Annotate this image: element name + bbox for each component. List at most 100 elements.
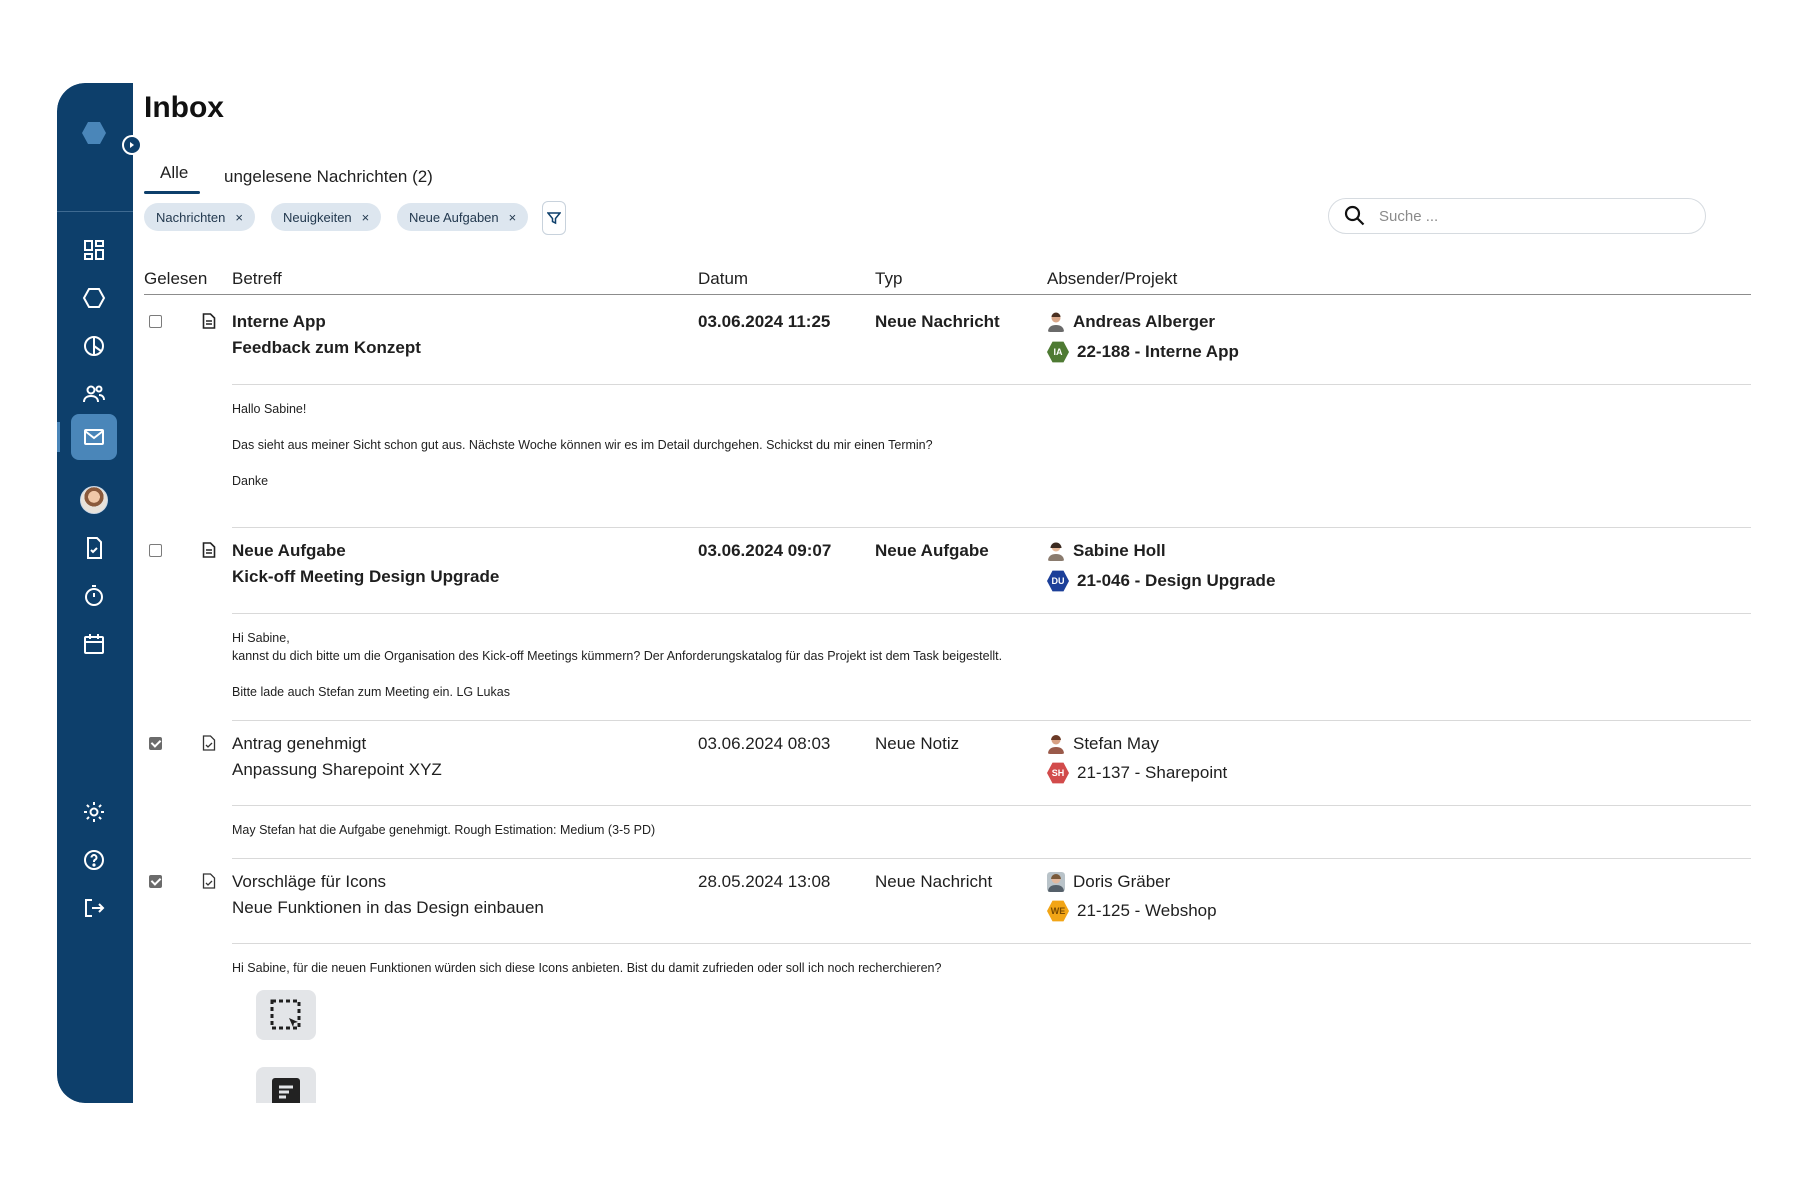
- sender-name: Doris Gräber: [1073, 872, 1171, 891]
- message-title: Neue Aufgabe: [232, 541, 346, 560]
- logout-icon: [85, 899, 105, 917]
- sidebar-item-tasks[interactable]: [71, 525, 117, 571]
- inbox-icon: [84, 429, 104, 445]
- project-badge: WE: [1047, 900, 1069, 922]
- filter-chip-neue-aufgaben[interactable]: Neue Aufgaben ×: [397, 203, 529, 231]
- help-icon: [84, 850, 104, 870]
- tab-all[interactable]: Alle: [160, 163, 188, 183]
- message-type: Neue Nachricht: [875, 872, 993, 891]
- search-box[interactable]: [1328, 198, 1706, 234]
- chip-label: Neue Aufgaben: [409, 209, 499, 225]
- active-tab-indicator: [144, 191, 200, 194]
- timer-icon: [85, 585, 103, 606]
- header-divider: [144, 294, 1751, 295]
- notes-icon: [272, 1078, 300, 1103]
- sidebar-item-profile[interactable]: [71, 477, 117, 523]
- row-divider: [232, 805, 1751, 806]
- message-subtitle: Kick-off Meeting Design Upgrade: [232, 567, 500, 586]
- app-window: Inbox Alle ungelesene Nachrichten (2) Na…: [57, 83, 1757, 1103]
- project-name: 21-046 - Design Upgrade: [1077, 571, 1276, 590]
- search-input[interactable]: [1377, 206, 1681, 226]
- sender-avatar: [1048, 735, 1064, 754]
- page-title: Inbox: [144, 91, 224, 124]
- column-header-type[interactable]: Typ: [875, 269, 902, 289]
- attachment-notes-tile[interactable]: [256, 1067, 316, 1103]
- sender-avatar: [1048, 542, 1064, 561]
- row-divider: [232, 527, 1751, 528]
- sender-avatar: [1047, 872, 1065, 892]
- message-title: Interne App: [232, 312, 326, 331]
- message-body-line: Hallo Sabine!: [232, 402, 307, 416]
- column-header-sender-project[interactable]: Absender/Projekt: [1047, 269, 1177, 289]
- sidebar-item-projects[interactable]: [71, 275, 117, 321]
- chevron-right-icon: [130, 142, 134, 148]
- row-divider: [232, 384, 1751, 385]
- sidebar-toggle-button[interactable]: [122, 135, 142, 155]
- column-header-read[interactable]: Gelesen: [144, 269, 207, 289]
- message-body-line: kannst du dich bitte um die Organisation…: [232, 649, 1003, 663]
- filter-chip-nachrichten[interactable]: Nachrichten ×: [144, 203, 255, 231]
- message-date: 28.05.2024 13:08: [698, 872, 831, 891]
- project[interactable]: WE 21-125 - Webshop: [1047, 900, 1217, 922]
- sidebar-item-help[interactable]: [71, 837, 117, 883]
- sidebar: [57, 83, 133, 1103]
- sidebar-item-dashboard[interactable]: [71, 227, 117, 273]
- sender: Andreas Alberger: [1047, 312, 1215, 332]
- message-body-line: Hi Sabine,: [232, 631, 290, 645]
- message-subtitle: Anpassung Sharepoint XYZ: [232, 760, 442, 779]
- sidebar-item-calendar[interactable]: [71, 621, 117, 667]
- sender-avatar: [1048, 312, 1064, 332]
- sidebar-item-inbox[interactable]: [71, 414, 117, 460]
- sender-name: Sabine Holl: [1073, 541, 1166, 560]
- project-badge: IA: [1047, 341, 1069, 363]
- sidebar-item-timer[interactable]: [71, 573, 117, 619]
- filter-button[interactable]: [542, 201, 566, 235]
- close-icon[interactable]: ×: [235, 210, 243, 225]
- project[interactable]: IA 22-188 - Interne App: [1047, 341, 1239, 363]
- sender: Doris Gräber: [1047, 872, 1170, 892]
- message-type: Neue Aufgabe: [875, 541, 989, 560]
- message-body-line: May Stefan hat die Aufgabe genehmigt. Ro…: [232, 823, 656, 837]
- close-icon[interactable]: ×: [509, 210, 517, 225]
- tab-unread[interactable]: ungelesene Nachrichten (2): [224, 167, 433, 187]
- logo-icon: [82, 122, 106, 144]
- message-date: 03.06.2024 09:07: [698, 541, 832, 560]
- document-read-icon: [202, 735, 216, 751]
- row-divider: [232, 858, 1751, 859]
- sidebar-item-reports[interactable]: [71, 323, 117, 369]
- message-subtitle: Feedback zum Konzept: [232, 338, 421, 357]
- sidebar-item-team[interactable]: [71, 371, 117, 417]
- message-body-line: Danke: [232, 474, 269, 488]
- chip-label: Nachrichten: [156, 209, 226, 225]
- settings-icon: [84, 802, 104, 822]
- sender: Stefan May: [1047, 734, 1159, 754]
- reports-icon: [84, 336, 104, 356]
- sender-name: Andreas Alberger: [1073, 312, 1216, 331]
- column-header-date[interactable]: Datum: [698, 269, 748, 289]
- project[interactable]: DU 21-046 - Design Upgrade: [1047, 570, 1275, 592]
- filter-icon: [547, 212, 561, 225]
- column-header-subject[interactable]: Betreff: [232, 269, 282, 289]
- project[interactable]: SH 21-137 - Sharepoint: [1047, 762, 1227, 784]
- project-name: 22-188 - Interne App: [1077, 342, 1239, 361]
- message-type: Neue Notiz: [875, 734, 960, 753]
- read-checkbox[interactable]: [149, 875, 162, 888]
- chip-label: Neuigkeiten: [283, 209, 352, 225]
- profile-avatar: [80, 486, 108, 514]
- close-icon[interactable]: ×: [362, 210, 370, 225]
- row-divider: [232, 720, 1751, 721]
- message-title: Antrag genehmigt: [232, 734, 367, 753]
- filter-chip-neuigkeiten[interactable]: Neuigkeiten ×: [271, 203, 382, 231]
- message-body-line: Bitte lade auch Stefan zum Meeting ein. …: [232, 685, 510, 699]
- read-checkbox[interactable]: [149, 544, 162, 557]
- active-indicator: [57, 422, 60, 452]
- sidebar-item-settings[interactable]: [71, 789, 117, 835]
- read-checkbox[interactable]: [149, 737, 162, 750]
- attachment-selection-tile[interactable]: [256, 990, 316, 1040]
- read-checkbox[interactable]: [149, 315, 162, 328]
- sender: Sabine Holl: [1047, 541, 1166, 561]
- projects-icon: [82, 288, 106, 308]
- row-divider: [232, 943, 1751, 944]
- message-title: Vorschläge für Icons: [232, 872, 387, 891]
- sidebar-item-logout[interactable]: [71, 885, 117, 931]
